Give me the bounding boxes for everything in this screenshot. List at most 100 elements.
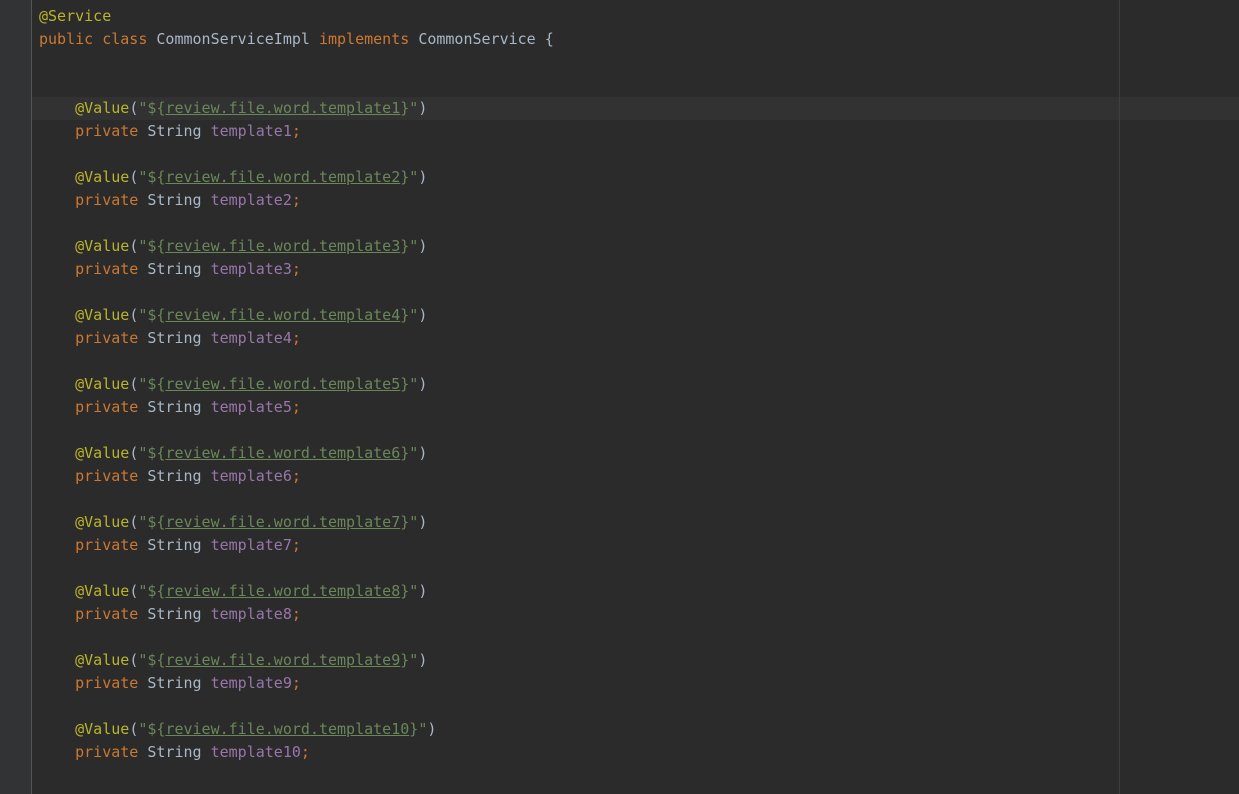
code-line[interactable]: private String template3;	[39, 258, 1239, 281]
close-quote-paren: ")	[409, 375, 428, 393]
property-key-link[interactable]: review.file.word.template7	[165, 513, 400, 531]
interface-name: CommonService	[418, 30, 536, 48]
semicolon: ;	[291, 398, 301, 416]
code-line[interactable]: @Service	[39, 5, 1239, 28]
placeholder-open: ${	[147, 99, 166, 117]
value-annotation: @Value	[75, 720, 130, 738]
blank-line[interactable]	[39, 143, 1239, 166]
code-line[interactable]: public class CommonServiceImpl implement…	[39, 28, 1239, 51]
private-keyword: private	[75, 674, 139, 692]
blank-line[interactable]	[39, 212, 1239, 235]
property-key-link[interactable]: review.file.word.template6	[165, 444, 400, 462]
private-keyword: private	[75, 260, 139, 278]
blank-line[interactable]	[39, 557, 1239, 580]
private-keyword: private	[75, 743, 139, 761]
semicolon: ;	[291, 536, 301, 554]
code-line[interactable]: @Value("${review.file.word.template1}")	[39, 97, 1239, 120]
value-annotation: @Value	[75, 582, 130, 600]
public-keyword: public	[39, 30, 94, 48]
code-editor[interactable]: @Service public class CommonServiceImpl …	[0, 0, 1239, 794]
placeholder-open: ${	[147, 651, 166, 669]
semicolon: ;	[291, 191, 301, 209]
placeholder-close: }	[400, 651, 410, 669]
open-brace: {	[544, 30, 554, 48]
field-name: template1	[210, 122, 292, 140]
blank-line[interactable]	[39, 281, 1239, 304]
blank-line[interactable]	[39, 488, 1239, 511]
property-key-link[interactable]: review.file.word.template1	[165, 99, 400, 117]
value-annotation: @Value	[75, 375, 130, 393]
field-name: template10	[210, 743, 301, 761]
code-line[interactable]: private String template2;	[39, 189, 1239, 212]
field-declarations: @Value("${review.file.word.template1}") …	[39, 97, 1239, 764]
code-line[interactable]: @Value("${review.file.word.template6}")	[39, 442, 1239, 465]
placeholder-open: ${	[147, 306, 166, 324]
value-annotation: @Value	[75, 168, 130, 186]
open-paren-quote: ("	[129, 651, 148, 669]
blank-line[interactable]	[39, 350, 1239, 373]
property-key-link[interactable]: review.file.word.template5	[165, 375, 400, 393]
blank-line[interactable]	[39, 419, 1239, 442]
code-line[interactable]: @Value("${review.file.word.template4}")	[39, 304, 1239, 327]
code-line[interactable]: @Value("${review.file.word.template7}")	[39, 511, 1239, 534]
type-name: String	[147, 191, 202, 209]
code-line[interactable]: @Value("${review.file.word.template5}")	[39, 373, 1239, 396]
code-line[interactable]: private String template5;	[39, 396, 1239, 419]
private-keyword: private	[75, 536, 139, 554]
blank-line[interactable]	[39, 626, 1239, 649]
field-name: template6	[210, 467, 292, 485]
property-key-link[interactable]: review.file.word.template10	[165, 720, 409, 738]
value-annotation: @Value	[75, 513, 130, 531]
property-key-link[interactable]: review.file.word.template4	[165, 306, 400, 324]
property-key-link[interactable]: review.file.word.template3	[165, 237, 400, 255]
code-line[interactable]: private String template8;	[39, 603, 1239, 626]
type-name: String	[147, 398, 202, 416]
property-key-link[interactable]: review.file.word.template2	[165, 168, 400, 186]
value-annotation: @Value	[75, 99, 130, 117]
open-paren-quote: ("	[129, 375, 148, 393]
open-paren-quote: ("	[129, 99, 148, 117]
code-line[interactable]: @Value("${review.file.word.template8}")	[39, 580, 1239, 603]
placeholder-close: }	[409, 720, 419, 738]
semicolon: ;	[291, 605, 301, 623]
placeholder-open: ${	[147, 168, 166, 186]
open-paren-quote: ("	[129, 582, 148, 600]
field-name: template3	[210, 260, 292, 278]
code-line[interactable]: @Value("${review.file.word.template2}")	[39, 166, 1239, 189]
editor-gutter[interactable]	[0, 0, 32, 794]
field-name: template5	[210, 398, 292, 416]
type-name: String	[147, 260, 202, 278]
code-line[interactable]: @Value("${review.file.word.template9}")	[39, 649, 1239, 672]
code-line[interactable]: private String template7;	[39, 534, 1239, 557]
implements-keyword: implements	[318, 30, 410, 48]
value-annotation: @Value	[75, 237, 130, 255]
code-line[interactable]: @Value("${review.file.word.template3}")	[39, 235, 1239, 258]
class-keyword: class	[102, 30, 148, 48]
type-name: String	[147, 674, 202, 692]
code-line[interactable]: private String template6;	[39, 465, 1239, 488]
private-keyword: private	[75, 605, 139, 623]
private-keyword: private	[75, 122, 139, 140]
code-line[interactable]: private String template9;	[39, 672, 1239, 695]
placeholder-open: ${	[147, 582, 166, 600]
placeholder-close: }	[400, 168, 410, 186]
placeholder-close: }	[400, 582, 410, 600]
code-line[interactable]: @Value("${review.file.word.template10}")	[39, 718, 1239, 741]
open-paren-quote: ("	[129, 513, 148, 531]
value-annotation: @Value	[75, 306, 130, 324]
property-key-link[interactable]: review.file.word.template9	[165, 651, 400, 669]
semicolon: ;	[291, 467, 301, 485]
field-name: template7	[210, 536, 292, 554]
blank-line[interactable]	[39, 74, 1239, 97]
code-content[interactable]: @Service public class CommonServiceImpl …	[39, 5, 1239, 764]
placeholder-close: }	[400, 306, 410, 324]
private-keyword: private	[75, 191, 139, 209]
close-quote-paren: ")	[409, 513, 428, 531]
code-line[interactable]: private String template1;	[39, 120, 1239, 143]
code-line[interactable]: private String template4;	[39, 327, 1239, 350]
close-quote-paren: ")	[409, 444, 428, 462]
property-key-link[interactable]: review.file.word.template8	[165, 582, 400, 600]
blank-line[interactable]	[39, 695, 1239, 718]
blank-line[interactable]	[39, 51, 1239, 74]
code-line[interactable]: private String template10;	[39, 741, 1239, 764]
